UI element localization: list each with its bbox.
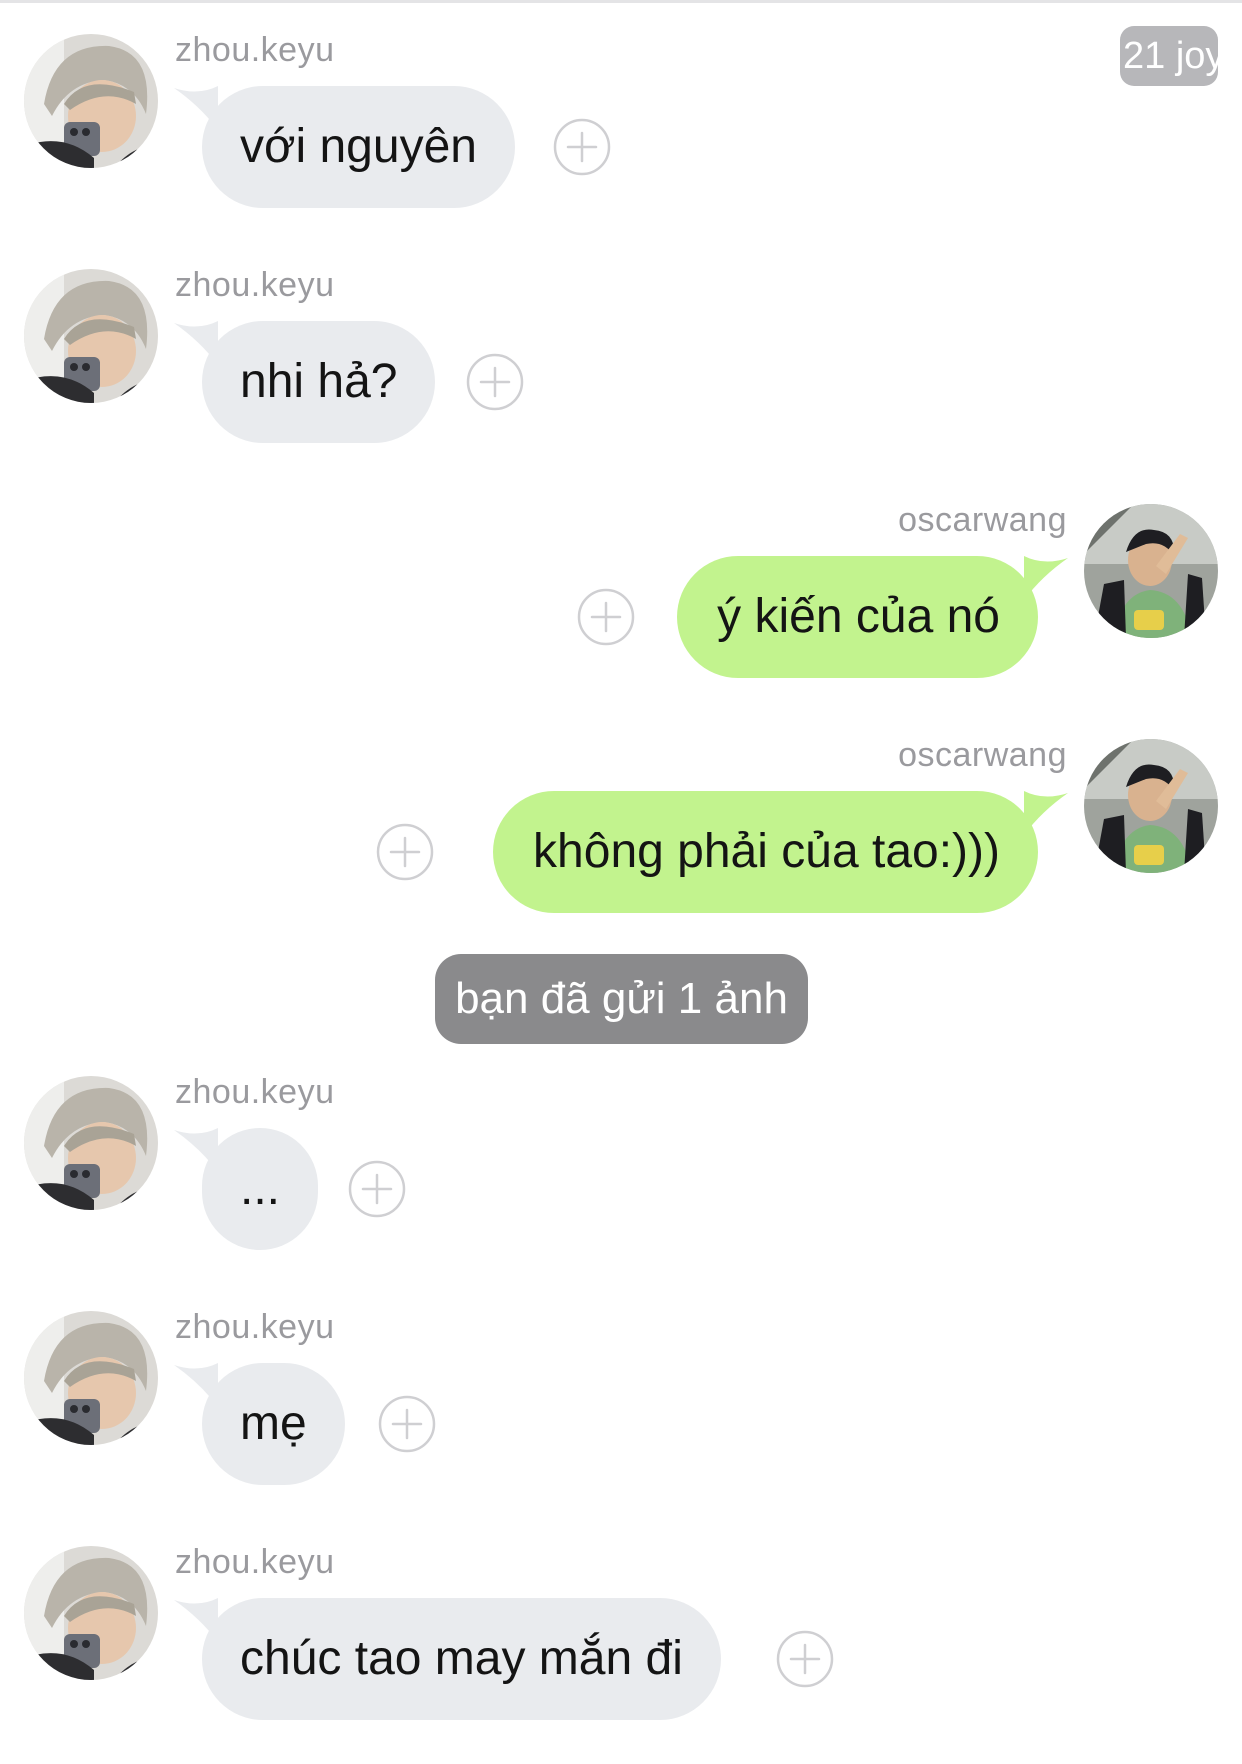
system-notice-photo-sent: bạn đã gửi 1 ảnh — [435, 954, 808, 1044]
avatar-zhou-keyu[interactable] — [24, 269, 158, 403]
sender-name: oscarwang — [898, 736, 1067, 774]
add-reaction-icon[interactable] — [577, 588, 635, 646]
message-bubble[interactable]: mẹ — [202, 1363, 345, 1485]
message-bubble[interactable]: ý kiến của nó — [677, 556, 1038, 678]
avatar-oscarwang[interactable] — [1084, 504, 1218, 638]
message-row: zhou.keyu với nguyên — [0, 30, 1242, 230]
message-row: zhou.keyu nhi hả? — [0, 265, 1242, 465]
avatar-zhou-keyu[interactable] — [24, 1076, 158, 1210]
add-reaction-icon[interactable] — [466, 353, 524, 411]
add-reaction-icon[interactable] — [553, 118, 611, 176]
sender-name: zhou.keyu — [175, 31, 335, 69]
message-bubble[interactable]: chúc tao may mắn đi — [202, 1598, 721, 1720]
message-bubble[interactable]: với nguyên — [202, 86, 515, 208]
message-row: zhou.keyu mẹ — [0, 1307, 1242, 1507]
sender-name: zhou.keyu — [175, 1073, 335, 1111]
sender-name: zhou.keyu — [175, 266, 335, 304]
avatar-zhou-keyu[interactable] — [24, 1546, 158, 1680]
message-bubble[interactable]: nhi hả? — [202, 321, 436, 443]
avatar-zhou-keyu[interactable] — [24, 34, 158, 168]
avatar-zhou-keyu[interactable] — [24, 1311, 158, 1445]
message-bubble[interactable]: không phải của tao:))) — [493, 791, 1038, 913]
message-row: zhou.keyu chúc tao may mắn đi — [0, 1542, 1242, 1742]
message-bubble[interactable]: ... — [202, 1128, 319, 1250]
sender-name: oscarwang — [898, 501, 1067, 539]
add-reaction-icon[interactable] — [776, 1630, 834, 1688]
message-row: oscarwang ý kiến của nó — [0, 500, 1242, 700]
avatar-oscarwang[interactable] — [1084, 739, 1218, 873]
sender-name: zhou.keyu — [175, 1308, 335, 1346]
sender-name: zhou.keyu — [175, 1543, 335, 1581]
message-row: oscarwang không phải của tao:))) — [0, 735, 1242, 935]
add-reaction-icon[interactable] — [348, 1160, 406, 1218]
add-reaction-icon[interactable] — [378, 1395, 436, 1453]
add-reaction-icon[interactable] — [376, 823, 434, 881]
message-row: zhou.keyu ... — [0, 1072, 1242, 1272]
top-divider — [0, 0, 1242, 3]
